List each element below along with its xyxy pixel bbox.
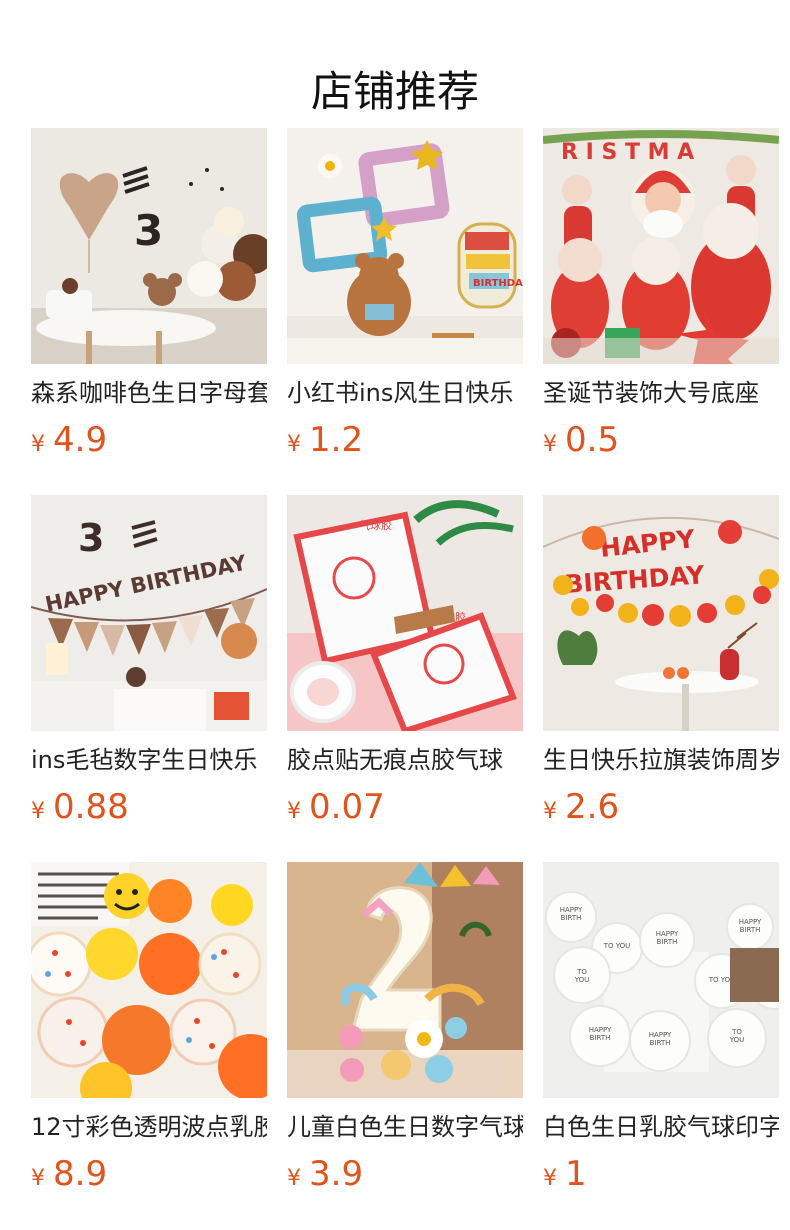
svg-text:气球胶: 气球胶 bbox=[359, 518, 392, 532]
svg-text:BIRTHDA: BIRTHDA bbox=[473, 278, 523, 289]
product-image[interactable] bbox=[287, 862, 523, 1098]
product-image[interactable]: HAPPY BIRTHDAY bbox=[543, 495, 779, 731]
currency-symbol: ¥ bbox=[543, 799, 557, 824]
product-name[interactable]: 生日快乐拉旗装饰周岁 bbox=[543, 743, 779, 781]
polka-dot-balloons-photo-icon bbox=[31, 862, 267, 1098]
product-image[interactable]: BIRTHDA bbox=[287, 128, 523, 364]
product-image[interactable]: 气球胶 气球胶 bbox=[287, 495, 523, 731]
product-price: ¥2.6 bbox=[543, 785, 619, 829]
svg-text:3: 3 bbox=[78, 516, 104, 560]
product-price: ¥3.9 bbox=[287, 1152, 363, 1196]
product-price: ¥4.9 bbox=[31, 418, 107, 462]
product-price: ¥0.07 bbox=[287, 785, 385, 829]
product-name[interactable]: 12寸彩色透明波点乳胶气球 bbox=[31, 1110, 267, 1148]
currency-symbol: ¥ bbox=[543, 1166, 557, 1191]
svg-text:BIRTH: BIRTH bbox=[657, 938, 678, 946]
currency-symbol: ¥ bbox=[31, 799, 45, 824]
price-value: 8.9 bbox=[53, 1154, 108, 1194]
product-card[interactable]: 3 森系咖啡色生日字母套装 ¥4.9 bbox=[31, 128, 267, 468]
svg-text:TO: TO bbox=[576, 968, 587, 976]
price-value: 0.88 bbox=[53, 787, 129, 827]
price-value: 3.9 bbox=[309, 1154, 364, 1194]
product-image[interactable] bbox=[31, 862, 267, 1098]
product-image[interactable]: HAPPY BIRTH TO YOU HAPPY BIRTH HAPPY BIRTH … bbox=[543, 862, 779, 1098]
svg-text:BIRTH: BIRTH bbox=[561, 914, 582, 922]
page-title: 店铺推荐 bbox=[310, 67, 479, 117]
price-value: 2.6 bbox=[565, 787, 620, 827]
product-name[interactable]: 白色生日乳胶气球印字 bbox=[543, 1110, 779, 1148]
number-two-balloon-photo-icon bbox=[287, 862, 523, 1098]
svg-text:BIRTH: BIRTH bbox=[740, 926, 761, 934]
product-card[interactable]: BIRTHDA 小红书ins风生日快乐 ¥1.2 bbox=[287, 128, 523, 468]
svg-text:BIRTH: BIRTH bbox=[650, 1039, 671, 1047]
currency-symbol: ¥ bbox=[287, 799, 301, 824]
svg-text:YOU: YOU bbox=[729, 1036, 745, 1044]
svg-text:HAPPY: HAPPY bbox=[739, 918, 762, 926]
product-name[interactable]: 圣诞节装饰大号底座 bbox=[543, 376, 779, 414]
price-value: 4.9 bbox=[53, 420, 108, 460]
product-price: ¥1.2 bbox=[287, 418, 363, 462]
currency-symbol: ¥ bbox=[543, 432, 557, 457]
product-card[interactable]: 12寸彩色透明波点乳胶气球 ¥8.9 bbox=[31, 862, 267, 1202]
price-value: 1 bbox=[565, 1154, 587, 1194]
product-name[interactable]: ins毛毡数字生日快乐 bbox=[31, 743, 267, 781]
price-value: 1.2 bbox=[309, 420, 364, 460]
product-image[interactable]: R I S T M A bbox=[543, 128, 779, 364]
currency-symbol: ¥ bbox=[31, 432, 45, 457]
svg-text:R I S T M A: R I S T M A bbox=[561, 140, 694, 165]
svg-text:HAPPY: HAPPY bbox=[649, 1031, 672, 1039]
product-price: ¥8.9 bbox=[31, 1152, 107, 1196]
svg-text:BIRTH: BIRTH bbox=[590, 1034, 611, 1042]
svg-text:3: 3 bbox=[134, 206, 163, 255]
svg-text:HAPPY: HAPPY bbox=[656, 930, 679, 938]
photo-frame-balloon-photo-icon: BIRTHDA bbox=[287, 128, 523, 364]
product-card[interactable]: HAPPY BIRTHDAY 生日快乐拉旗装饰周岁 ¥2.6 bbox=[543, 495, 779, 835]
product-price: ¥0.88 bbox=[31, 785, 129, 829]
christmas-santa-balloon-photo-icon: R I S T M A bbox=[543, 128, 779, 364]
svg-text:YOU: YOU bbox=[574, 976, 590, 984]
price-value: 0.5 bbox=[565, 420, 620, 460]
product-image[interactable]: 3 HAPPY BIRTHDAY bbox=[31, 495, 267, 731]
product-card[interactable]: 气球胶 气球胶 胶点贴无痕点胶气球 ¥0.07 bbox=[287, 495, 523, 835]
product-image[interactable]: 3 bbox=[31, 128, 267, 364]
coffee-birthday-balloon-photo-icon: 3 bbox=[31, 128, 267, 364]
currency-symbol: ¥ bbox=[31, 1166, 45, 1191]
product-name[interactable]: 胶点贴无痕点胶气球 bbox=[287, 743, 523, 781]
svg-text:TO: TO bbox=[731, 1028, 742, 1036]
happy-birthday-banner-photo-icon: 3 HAPPY BIRTHDAY bbox=[31, 495, 267, 731]
svg-text:HAPPY: HAPPY bbox=[560, 906, 583, 914]
price-value: 0.07 bbox=[309, 787, 385, 827]
product-name[interactable]: 儿童白色生日数字气球 bbox=[287, 1110, 523, 1148]
svg-text:TO YOU: TO YOU bbox=[603, 942, 631, 950]
product-card[interactable]: 3 HAPPY BIRTHDAY ins毛毡数字生日快乐 ¥0.88 bbox=[31, 495, 267, 835]
currency-symbol: ¥ bbox=[287, 1166, 301, 1191]
svg-text:HAPPY: HAPPY bbox=[589, 1026, 612, 1034]
balloon-glue-dots-photo-icon: 气球胶 气球胶 bbox=[287, 495, 523, 731]
white-birthday-balloons-photo-icon: HAPPYBIRTH TO YOU HAPPYBIRTH HAPPYBIRTH … bbox=[543, 862, 779, 1098]
product-name[interactable]: 小红书ins风生日快乐 bbox=[287, 376, 523, 414]
product-price: ¥0.5 bbox=[543, 418, 619, 462]
product-card[interactable]: HAPPY BIRTH TO YOU HAPPY BIRTH HAPPY BIRTH … bbox=[543, 862, 779, 1202]
red-birthday-garland-photo-icon: HAPPY BIRTHDAY bbox=[543, 495, 779, 731]
product-card[interactable]: 儿童白色生日数字气球 ¥3.9 bbox=[287, 862, 523, 1202]
product-price: ¥1 bbox=[543, 1152, 587, 1196]
product-card[interactable]: R I S T M A 圣诞节装饰大号底座 ¥0.5 bbox=[543, 128, 779, 468]
product-name[interactable]: 森系咖啡色生日字母套装 bbox=[31, 376, 267, 414]
currency-symbol: ¥ bbox=[287, 432, 301, 457]
